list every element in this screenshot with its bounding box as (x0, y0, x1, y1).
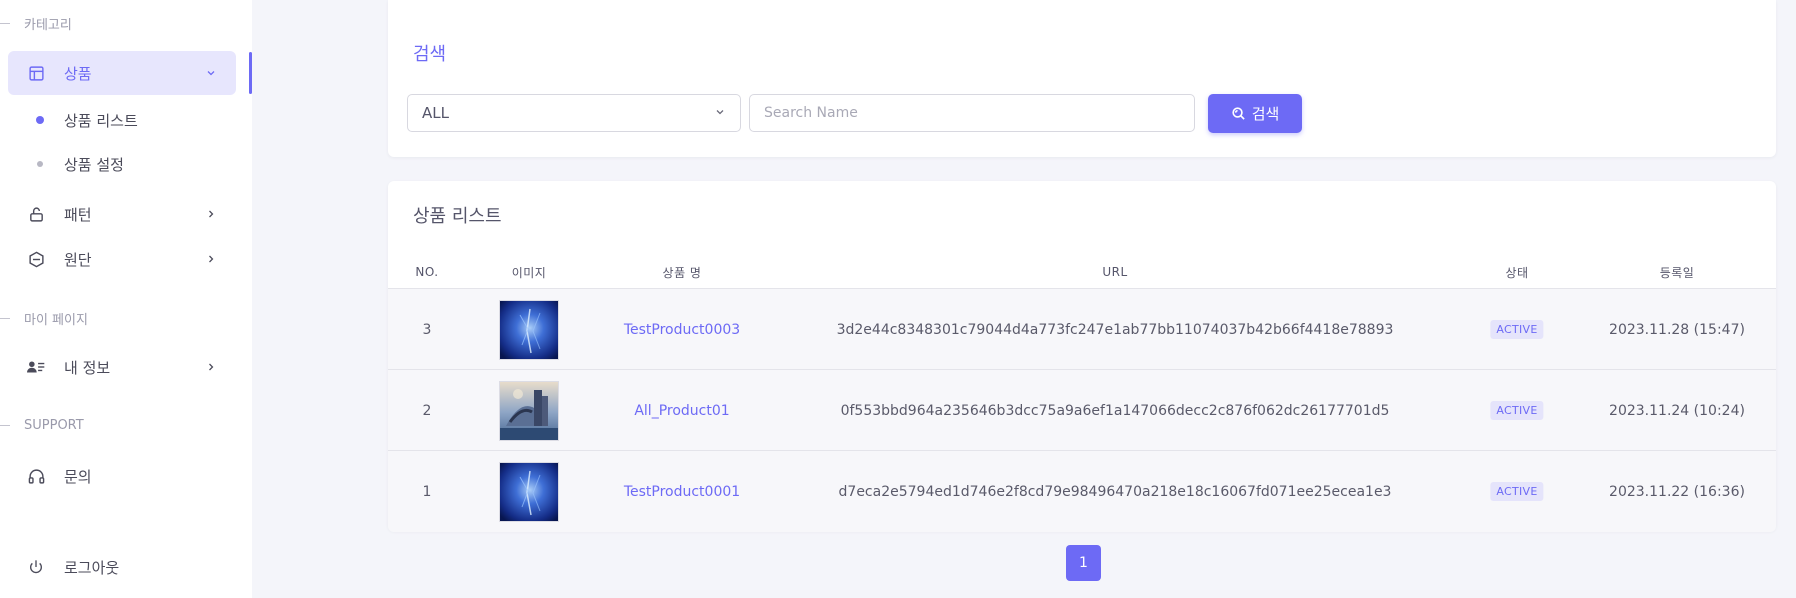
cell-no: 2 (422, 402, 432, 419)
sidebar-item-label: 내 정보 (64, 358, 111, 377)
sidebar-subitem-label: 상품 설정 (64, 155, 124, 174)
status-badge: ACTIVE (1490, 401, 1544, 420)
column-header-date: 등록일 (1659, 265, 1695, 280)
sidebar-item-inquiry[interactable]: 문의 (8, 454, 236, 498)
column-header-image: 이미지 (511, 265, 547, 280)
cell-image (499, 289, 559, 370)
status-badge: ACTIVE (1490, 320, 1544, 339)
cell-date: 2023.11.24 (10:24) (1609, 402, 1745, 419)
section-title-support: SUPPORT (0, 418, 84, 433)
column-header-no: NO. (415, 265, 439, 279)
sidebar-item-label: 패턴 (64, 205, 92, 224)
category-select[interactable]: ALL (407, 94, 741, 132)
cell-image (499, 370, 559, 451)
select-value: ALL (422, 104, 449, 122)
sidebar-item-label: 로그아웃 (64, 558, 120, 577)
section-title-mypage: 마이 페이지 (0, 309, 88, 328)
layout-icon (26, 63, 46, 83)
search-title: 검색 (413, 44, 447, 65)
list-title: 상품 리스트 (413, 206, 502, 227)
cell-date: 2023.11.28 (15:47) (1609, 321, 1745, 338)
cell-no: 1 (422, 483, 432, 500)
cell-no: 3 (422, 321, 432, 338)
search-input[interactable] (749, 94, 1195, 132)
product-list-card: 상품 리스트 NO. 이미지 상품 명 URL 상태 등록일 3 TestPro… (388, 181, 1776, 532)
cell-status: ACTIVE (1490, 451, 1544, 532)
column-header-status: 상태 (1505, 265, 1529, 280)
product-thumbnail[interactable] (499, 461, 559, 522)
sidebar: 카테고리 상품 상품 리스트 상품 설정 패턴 원단 마이 페이지 내 정보 S… (0, 0, 252, 598)
user-list-icon (26, 357, 46, 377)
cell-date: 2023.11.22 (16:36) (1609, 483, 1745, 500)
product-thumbnail[interactable] (499, 380, 559, 441)
sidebar-subitem-label: 상품 리스트 (64, 111, 138, 130)
cell-product-name-link[interactable]: TestProduct0001 (624, 451, 740, 532)
chevron-right-icon (204, 252, 218, 266)
hexagon-icon (26, 249, 46, 269)
table-row[interactable]: 1 TestProduct0001 d7eca2e5794ed1d746e2f8… (388, 451, 1776, 532)
cell-image (499, 451, 559, 532)
search-card: 검색 ALL 검색 (388, 0, 1776, 157)
section-label: SUPPORT (24, 418, 84, 433)
section-label: 마이 페이지 (24, 313, 88, 328)
cell-status: ACTIVE (1490, 370, 1544, 451)
section-title-category: 카테고리 (0, 14, 72, 33)
chevron-down-icon (204, 66, 218, 80)
sidebar-item-products[interactable]: 상품 (8, 51, 236, 95)
table-header: NO. 이미지 상품 명 URL 상태 등록일 (388, 255, 1776, 289)
dot-icon (37, 161, 43, 167)
pagination-page-button[interactable]: 1 (1066, 545, 1101, 581)
cell-url: d7eca2e5794ed1d746e2f8cd79e98496470a218e… (838, 483, 1392, 500)
search-button-label: 검색 (1251, 105, 1280, 123)
cell-product-name-link[interactable]: All_Product01 (634, 370, 729, 451)
cell-product-name-link[interactable]: TestProduct0003 (624, 289, 740, 370)
chevron-right-icon (204, 360, 218, 374)
sidebar-active-indicator (249, 52, 252, 94)
headset-icon (26, 466, 46, 486)
chevron-right-icon (204, 207, 218, 221)
sidebar-subitem-product-list[interactable]: 상품 리스트 (8, 100, 236, 140)
search-icon (1231, 106, 1247, 122)
lock-icon (26, 204, 46, 224)
sidebar-item-label: 원단 (64, 250, 92, 269)
sidebar-item-logout[interactable]: 로그아웃 (8, 545, 236, 589)
table-row[interactable]: 3 TestProduct0003 3d2e44c8348301c79044d4… (388, 289, 1776, 370)
sidebar-subitem-product-settings[interactable]: 상품 설정 (8, 144, 236, 184)
cell-url: 0f553bbd964a235646b3dcc75a9a6ef1a147066d… (840, 402, 1390, 419)
section-label: 카테고리 (24, 18, 72, 33)
power-icon (26, 557, 46, 577)
sidebar-item-pattern[interactable]: 패턴 (8, 192, 236, 236)
active-dot-icon (36, 116, 44, 124)
product-thumbnail[interactable] (499, 299, 559, 360)
column-header-name: 상품 명 (662, 265, 702, 280)
table-row[interactable]: 2 All_Product01 0f553bbd964a235646b3dcc7… (388, 370, 1776, 451)
cell-status: ACTIVE (1490, 289, 1544, 370)
sidebar-item-label: 상품 (64, 64, 92, 83)
search-button[interactable]: 검색 (1208, 94, 1302, 133)
sidebar-item-label: 문의 (64, 467, 92, 486)
status-badge: ACTIVE (1490, 482, 1544, 501)
sidebar-item-fabric[interactable]: 원단 (8, 237, 236, 281)
sidebar-item-my-info[interactable]: 내 정보 (8, 345, 236, 389)
cell-url: 3d2e44c8348301c79044d4a773fc247e1ab77bb1… (836, 321, 1394, 338)
column-header-url: URL (1102, 265, 1128, 279)
chevron-down-icon (714, 104, 726, 122)
